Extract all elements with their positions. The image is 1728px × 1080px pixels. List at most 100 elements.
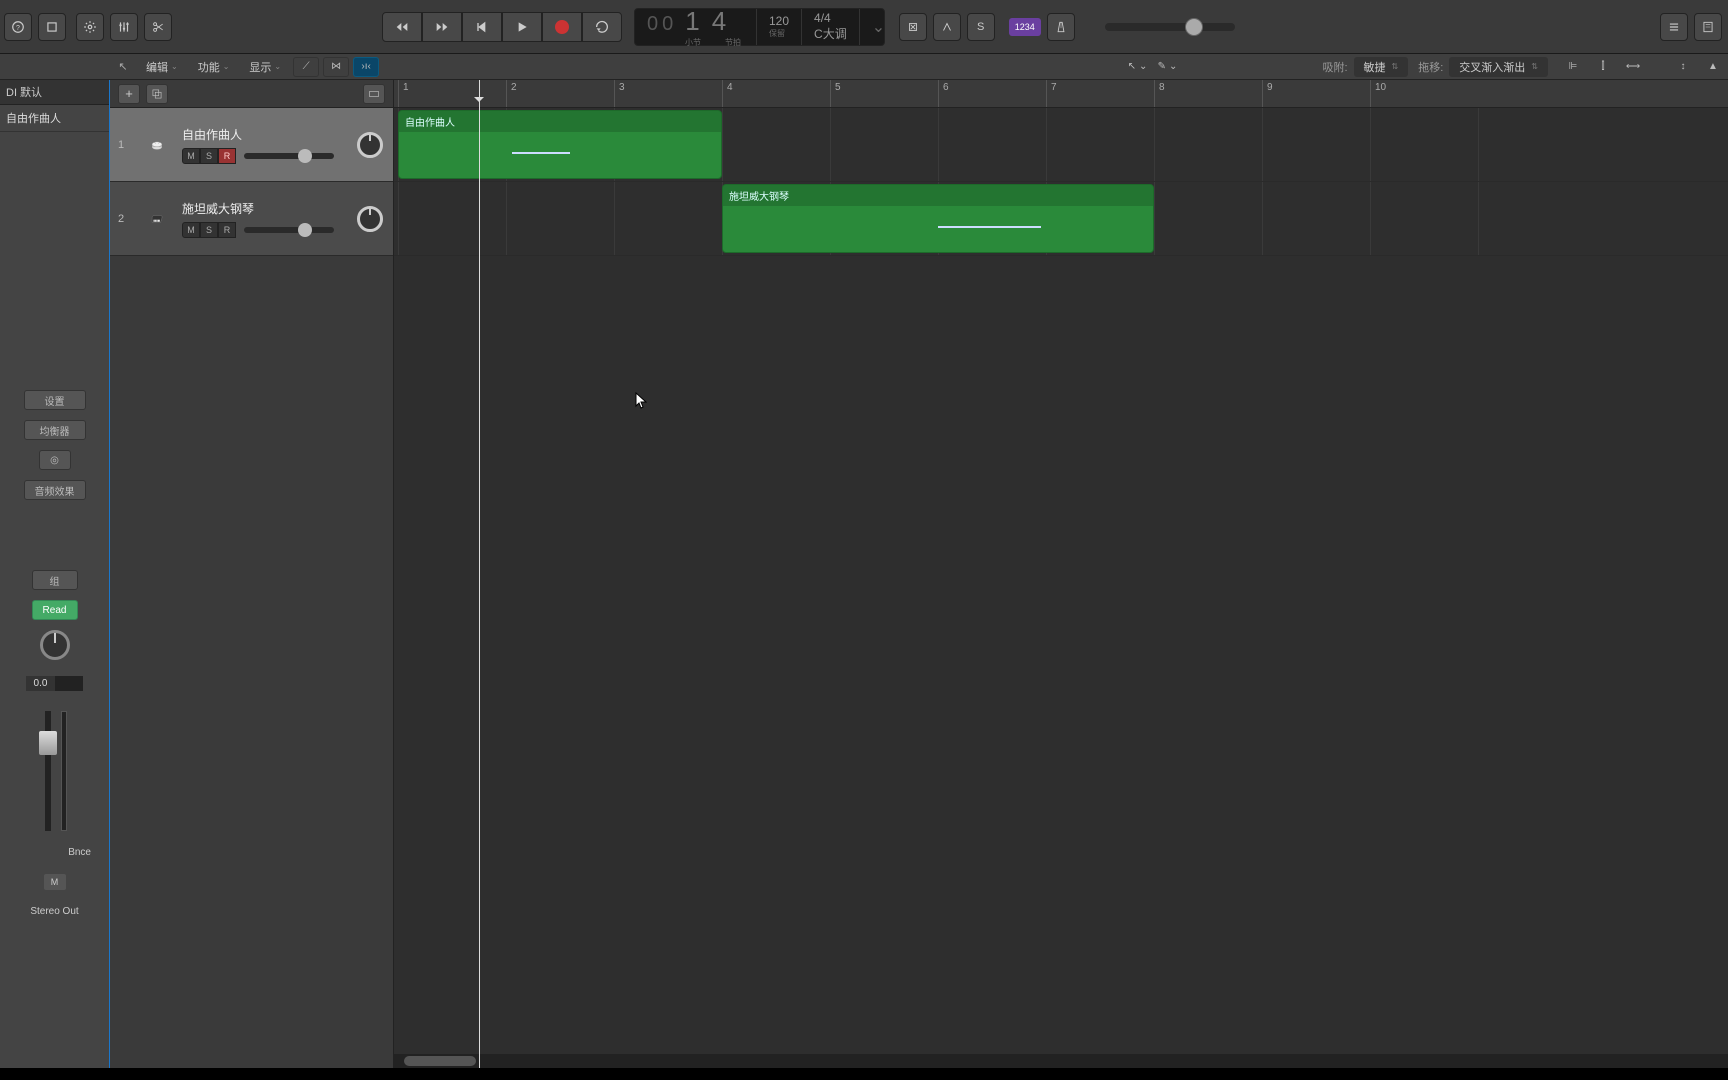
- bar-ruler[interactable]: 1 2 3 4 5 6 7 8 9 10: [394, 80, 1728, 108]
- track-number: 1: [118, 139, 132, 151]
- track-lane-1[interactable]: 自由作曲人: [394, 108, 1728, 182]
- rewind-button[interactable]: [382, 12, 422, 42]
- meter-peak: [55, 676, 83, 691]
- main-area: DI 默认 自由作曲人 设置 均衡器 ◎ 音频效果 组 Read 0.0 Bnc…: [0, 80, 1728, 1068]
- region[interactable]: 自由作曲人: [398, 110, 722, 179]
- volume-fader[interactable]: [35, 711, 75, 831]
- ruler-bar-3[interactable]: 3: [614, 80, 629, 107]
- record-enable-button[interactable]: R: [218, 148, 236, 164]
- add-track-button[interactable]: +: [118, 84, 140, 104]
- metronome-icon[interactable]: [1047, 13, 1075, 41]
- ruler-bar-9[interactable]: 9: [1262, 80, 1277, 107]
- drag-dropdown[interactable]: 交叉渐入渐出⇅: [1449, 57, 1548, 77]
- track-name-label: 施坦威大钢琴: [182, 200, 385, 217]
- inspector-preset[interactable]: DI 默认: [0, 80, 109, 105]
- list-icon[interactable]: [1660, 13, 1688, 41]
- lcd-tempo[interactable]: 120: [769, 14, 789, 28]
- snap-dropdown[interactable]: 敏捷⇅: [1354, 57, 1409, 77]
- track-pan-knob[interactable]: [357, 206, 383, 232]
- vertical-zoom-icon[interactable]: ⫿: [1590, 57, 1616, 77]
- top-toolbar: ? 00 1 4 小节 节拍 120 保留: [0, 0, 1728, 54]
- arrow-tool-icon[interactable]: ↖ ⌄: [1124, 57, 1150, 77]
- master-volume-slider[interactable]: [1105, 23, 1235, 31]
- region[interactable]: 施坦威大钢琴: [722, 184, 1154, 253]
- ruler-bar-10[interactable]: 10: [1370, 80, 1390, 107]
- audio-fx-button[interactable]: 音频效果: [24, 480, 86, 500]
- track-number: 2: [118, 213, 132, 225]
- solo-button[interactable]: S: [200, 148, 218, 164]
- ruler-bar-7[interactable]: 7: [1046, 80, 1061, 107]
- stereo-icon[interactable]: ◎: [39, 450, 71, 470]
- inspector-panel: DI 默认 自由作曲人 设置 均衡器 ◎ 音频效果 组 Read 0.0 Bnc…: [0, 80, 110, 1068]
- pan-knob[interactable]: [40, 630, 70, 660]
- snap-label: 吸附:: [1322, 59, 1347, 75]
- mixer-icon[interactable]: [110, 13, 138, 41]
- ruler-bar-5[interactable]: 5: [830, 80, 845, 107]
- solo-mode-icon[interactable]: S: [967, 13, 995, 41]
- mute-button[interactable]: M: [44, 874, 66, 890]
- waveform-zoom-icon[interactable]: ⊫: [1560, 57, 1586, 77]
- track-header-2[interactable]: 2 施坦威大钢琴 M S R: [110, 182, 393, 256]
- scissors-icon[interactable]: [144, 13, 172, 41]
- lcd-bar[interactable]: 1: [685, 6, 703, 37]
- zoom-vertical-icon[interactable]: ↕: [1670, 57, 1696, 77]
- region-name: 施坦威大钢琴: [723, 185, 1153, 206]
- track-pan-knob[interactable]: [357, 132, 383, 158]
- play-button[interactable]: [502, 12, 542, 42]
- ruler-bar-1[interactable]: 1: [398, 80, 413, 107]
- pan-value[interactable]: 0.0: [26, 676, 56, 691]
- lcd-beat[interactable]: 4: [712, 6, 730, 37]
- forward-button[interactable]: [422, 12, 462, 42]
- library-icon[interactable]: [38, 13, 66, 41]
- automation-read-button[interactable]: Read: [32, 600, 78, 620]
- record-button[interactable]: [542, 12, 582, 42]
- global-tracks-button[interactable]: [363, 84, 385, 104]
- horizontal-scrollbar[interactable]: [394, 1054, 1728, 1068]
- automation-curve-icon[interactable]: ⟋: [293, 57, 319, 77]
- eq-button[interactable]: 均衡器: [24, 420, 86, 440]
- view-menu[interactable]: 显示⌄: [239, 59, 291, 75]
- count-in-button[interactable]: 1234: [1009, 18, 1041, 36]
- note-pad-icon[interactable]: [1694, 13, 1722, 41]
- marquee-zoom-icon[interactable]: ▲: [1700, 57, 1726, 77]
- ruler-bar-2[interactable]: 2: [506, 80, 521, 107]
- track-instrument-icon: [140, 128, 174, 162]
- autopunch-icon[interactable]: [933, 13, 961, 41]
- lcd-signature[interactable]: 4/4: [814, 11, 847, 25]
- track-name-label: 自由作曲人: [182, 126, 385, 143]
- tracks-toolbar: ↖ 编辑⌄ 功能⌄ 显示⌄ ⟋ ⋈ ›ı‹ ↖ ⌄ ✎ ⌄ 吸附: 敏捷⇅ 拖移…: [0, 54, 1728, 80]
- track-volume-slider[interactable]: [244, 227, 334, 233]
- horizontal-zoom-icon[interactable]: ⟷: [1620, 57, 1646, 77]
- mute-button[interactable]: M: [182, 148, 200, 164]
- track-volume-slider[interactable]: [244, 153, 334, 159]
- track-lane-2[interactable]: 施坦威大钢琴: [394, 182, 1728, 256]
- mute-button[interactable]: M: [182, 222, 200, 238]
- ruler-bar-6[interactable]: 6: [938, 80, 953, 107]
- playhead[interactable]: [479, 80, 480, 1068]
- settings-button[interactable]: 设置: [24, 390, 86, 410]
- settings-icon[interactable]: [76, 13, 104, 41]
- catch-icon[interactable]: ›ı‹: [353, 57, 379, 77]
- solo-button[interactable]: S: [200, 222, 218, 238]
- drag-label: 拖移:: [1418, 59, 1443, 75]
- functions-menu[interactable]: 功能⌄: [188, 59, 240, 75]
- pencil-tool-icon[interactable]: ✎ ⌄: [1154, 57, 1180, 77]
- group-button[interactable]: 组: [32, 570, 78, 590]
- lcd-key[interactable]: C大调: [814, 25, 847, 42]
- stop-skip-button[interactable]: [462, 12, 502, 42]
- lcd-position-prefix: 00: [647, 13, 677, 36]
- track-header-1[interactable]: 1 自由作曲人 M S R: [110, 108, 393, 182]
- edit-menu[interactable]: 编辑⌄: [136, 59, 188, 75]
- bounce-button[interactable]: Bnce: [68, 847, 91, 858]
- arrange-area[interactable]: 1 2 3 4 5 6 7 8 9 10 自由作曲人 施坦威大钢琴: [394, 80, 1728, 1068]
- duplicate-track-button[interactable]: [146, 84, 168, 104]
- ruler-bar-8[interactable]: 8: [1154, 80, 1169, 107]
- cycle-button[interactable]: [582, 12, 622, 42]
- record-enable-button[interactable]: R: [218, 222, 236, 238]
- ruler-bar-4[interactable]: 4: [722, 80, 737, 107]
- inspector-track-name[interactable]: 自由作曲人: [0, 105, 109, 132]
- pointer-tool-icon[interactable]: ↖: [118, 60, 127, 73]
- flex-icon[interactable]: ⋈: [323, 57, 349, 77]
- replace-icon[interactable]: [899, 13, 927, 41]
- help-icon[interactable]: ?: [4, 13, 32, 41]
